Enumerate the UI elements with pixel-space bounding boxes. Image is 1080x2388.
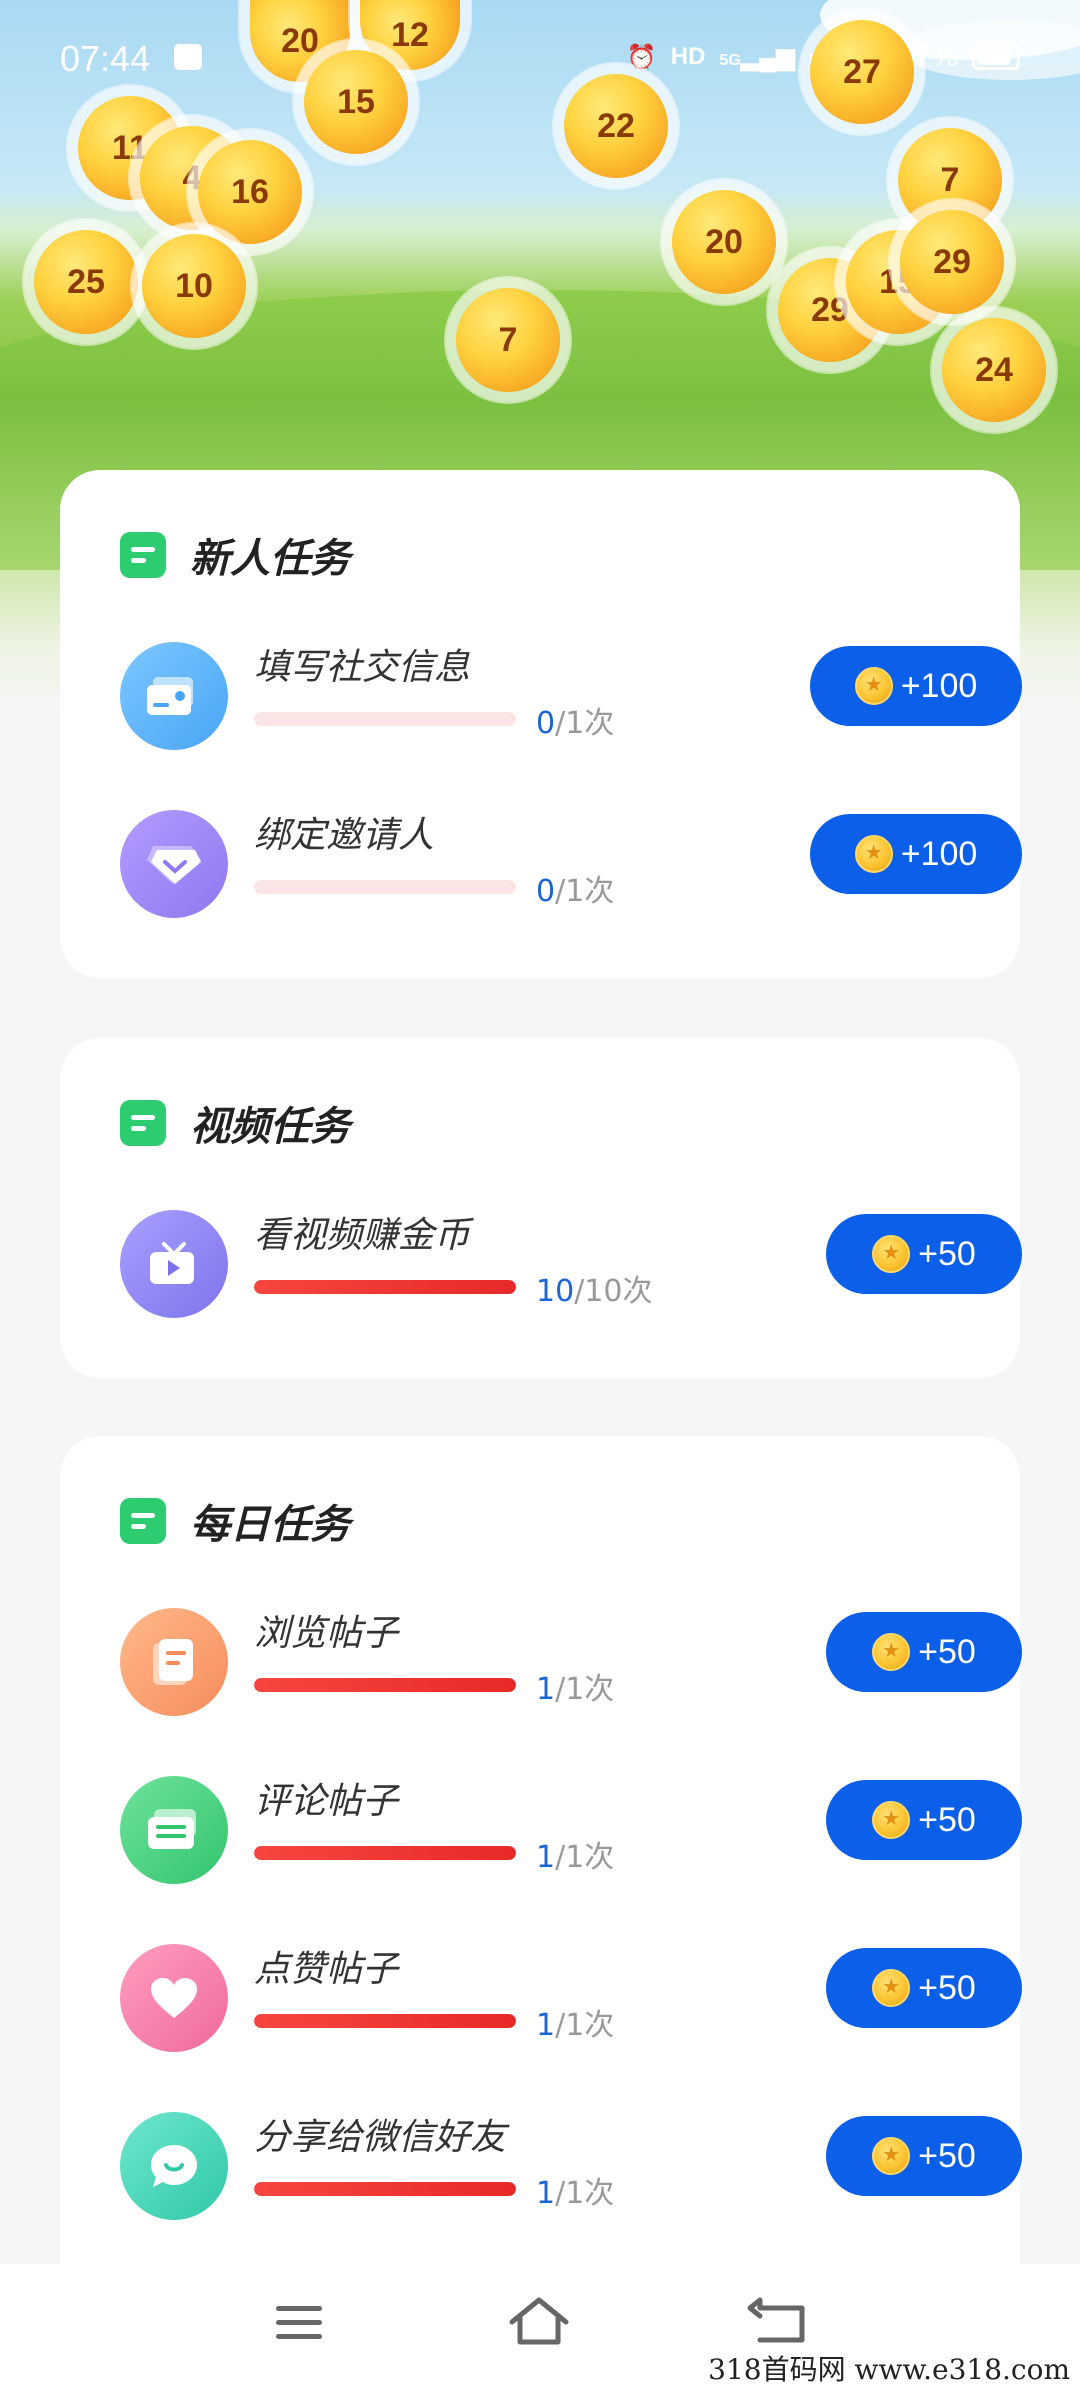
- list-item: 填写社交信息 0/1次 +100: [120, 642, 1022, 752]
- progress-bar: [254, 1280, 516, 1294]
- bonus-coin[interactable]: 25: [34, 230, 138, 334]
- bonus-coin[interactable]: 24: [942, 318, 1046, 422]
- heart-icon: [120, 1944, 228, 2052]
- diamond-icon: [120, 810, 228, 918]
- list-icon: [120, 1498, 166, 1544]
- claim-reward-button[interactable]: +50: [826, 1612, 1022, 1692]
- bonus-coin[interactable]: 10: [142, 234, 246, 338]
- bonus-coin[interactable]: 15: [304, 50, 408, 154]
- document-icon: [120, 1608, 228, 1716]
- claim-reward-button[interactable]: +50: [826, 1948, 1022, 2028]
- daily-task-card: 每日任务 浏览帖子 1/1次 +50 评论帖子 1/1次 +50 点赞帖子 1/…: [60, 1436, 1022, 2296]
- bonus-coin[interactable]: 16: [198, 140, 302, 244]
- battery-icon: [972, 44, 1020, 70]
- system-navigation-bar: 318首码网 www.e318.com: [0, 2264, 1080, 2388]
- id-card-icon: [120, 642, 228, 750]
- newbie-task-card: 新人任务 填写社交信息 0/1次 +100 绑定邀请人 0/1次 +100: [60, 470, 1022, 978]
- task-name: 绑定邀请人: [254, 815, 435, 856]
- task-name: 浏览帖子: [254, 1613, 399, 1654]
- progress-bar: [254, 1678, 516, 1692]
- list-item: 看视频赚金币 10/10次 +50: [120, 1210, 1022, 1320]
- hd-icon: HD: [670, 43, 706, 70]
- coin-icon: [872, 2137, 911, 2175]
- task-progress-count: 1/1次: [536, 2008, 615, 2043]
- menu-icon[interactable]: [264, 2294, 334, 2354]
- list-item: 绑定邀请人 0/1次 +100: [120, 810, 1022, 920]
- home-icon[interactable]: [504, 2294, 574, 2354]
- watermark: 318首码网 www.e318.com: [708, 2353, 1070, 2386]
- task-name: 分享给微信好友: [254, 2117, 507, 2158]
- coin-icon: [854, 835, 893, 873]
- back-icon[interactable]: [746, 2294, 816, 2354]
- section-title: 每日任务: [190, 1502, 350, 1548]
- claim-reward-button[interactable]: +50: [826, 1780, 1022, 1860]
- coin-icon: [872, 1235, 911, 1273]
- progress-bar: [254, 880, 516, 894]
- progress-bar: [254, 1846, 516, 1860]
- task-progress-count: 0/1次: [536, 706, 615, 741]
- list-item: 点赞帖子 1/1次 +50: [120, 1944, 1022, 2054]
- bonus-coin[interactable]: 29: [900, 210, 1004, 314]
- list-icon: [120, 532, 166, 578]
- chat-bubble-icon: [120, 2112, 228, 2220]
- task-progress-count: 10/10次: [536, 1274, 653, 1309]
- signal-5g-icon: 5G▂▄▆: [719, 43, 795, 71]
- list-icon: [120, 1100, 166, 1146]
- task-name: 评论帖子: [254, 1781, 399, 1822]
- video-task-card: 视频任务 看视频赚金币 10/10次 +50: [60, 1038, 1022, 1378]
- list-item: 分享给微信好友 1/1次 +50: [120, 2112, 1022, 2222]
- task-name: 点赞帖子: [254, 1949, 399, 1990]
- section-title: 视频任务: [190, 1104, 350, 1150]
- comment-icon: [120, 1776, 228, 1884]
- task-progress-count: 1/1次: [536, 2176, 615, 2211]
- task-name: 看视频赚金币: [254, 1215, 471, 1256]
- message-notification-icon: [174, 44, 202, 70]
- bonus-coin[interactable]: 22: [564, 74, 668, 178]
- task-name: 填写社交信息: [254, 647, 471, 688]
- bonus-coin[interactable]: 7: [456, 288, 560, 392]
- task-progress-count: 1/1次: [536, 1672, 615, 1707]
- alarm-icon: ⏰: [626, 43, 657, 71]
- status-bar: 07:44 ⏰ HD 5G▂▄▆ 5G▂▄▆ 87%: [0, 0, 1080, 120]
- progress-bar: [254, 2014, 516, 2028]
- list-item: 评论帖子 1/1次 +50: [120, 1776, 1022, 1886]
- coin-icon: [872, 1801, 911, 1839]
- coin-icon: [872, 1633, 911, 1671]
- claim-reward-button[interactable]: +50: [826, 1214, 1022, 1294]
- bonus-coin[interactable]: 27: [810, 20, 914, 124]
- task-progress-count: 1/1次: [536, 1840, 615, 1875]
- claim-reward-button[interactable]: +100: [810, 814, 1022, 894]
- claim-reward-button[interactable]: +50: [826, 2116, 1022, 2196]
- list-item: 浏览帖子 1/1次 +50: [120, 1608, 1022, 1718]
- task-progress-count: 0/1次: [536, 874, 615, 909]
- progress-bar: [254, 2182, 516, 2196]
- tv-icon: [120, 1210, 228, 1318]
- status-time: 07:44: [60, 38, 151, 79]
- bonus-coin[interactable]: 20: [672, 190, 776, 294]
- coin-icon: [854, 667, 893, 705]
- coin-icon: [872, 1969, 911, 2007]
- claim-reward-button[interactable]: +100: [810, 646, 1022, 726]
- section-title: 新人任务: [190, 536, 350, 582]
- progress-bar: [254, 712, 516, 726]
